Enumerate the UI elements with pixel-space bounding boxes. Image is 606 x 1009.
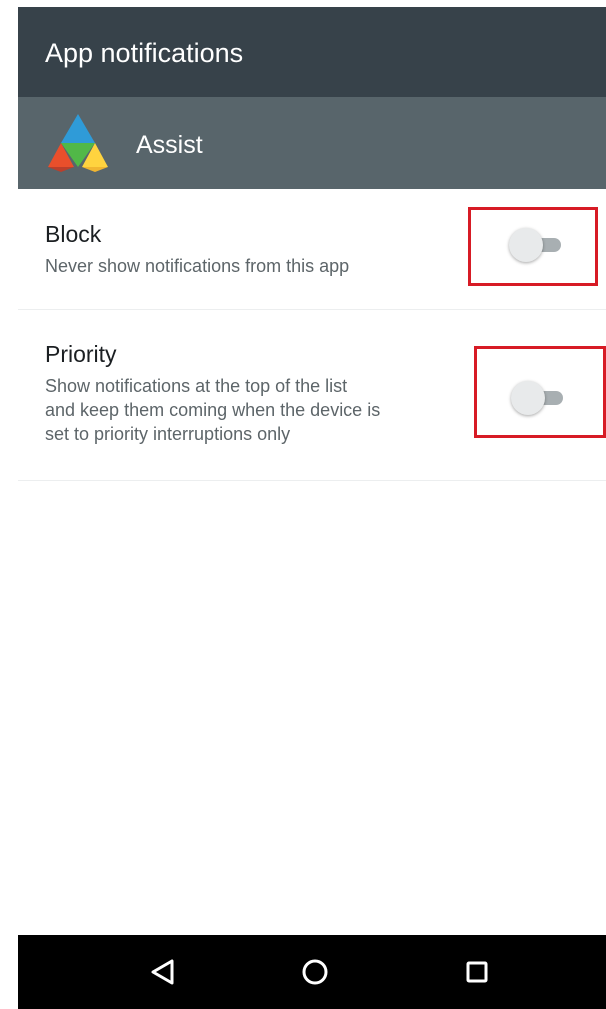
page-title: App notifications	[45, 38, 244, 68]
home-button[interactable]	[283, 940, 347, 1004]
android-app-notifications-screen: App notifications Assist Block Never sho…	[18, 0, 606, 1009]
triangle-back-icon	[151, 959, 174, 985]
priority-summary: Show notifications at the top of the lis…	[45, 376, 381, 444]
action-bar: App notifications	[18, 7, 606, 97]
priority-setting-row[interactable]: Priority Show notifications at the top o…	[18, 310, 606, 481]
toggle-thumb	[511, 381, 545, 415]
back-button[interactable]	[131, 940, 195, 1004]
block-title: Block	[45, 221, 102, 247]
android-navigation-bar	[18, 935, 606, 1009]
block-setting-row[interactable]: Block Never show notifications from this…	[18, 189, 606, 310]
app-name: Assist	[136, 131, 203, 159]
block-toggle[interactable]	[509, 228, 565, 262]
priority-toggle[interactable]	[511, 381, 567, 415]
app-header: Assist	[18, 97, 606, 189]
toggle-thumb	[509, 228, 543, 262]
overview-button[interactable]	[445, 940, 509, 1004]
block-summary: Never show notifications from this app	[45, 256, 350, 276]
square-overview-icon	[466, 961, 488, 983]
circle-home-icon	[302, 959, 328, 985]
priority-title: Priority	[45, 341, 117, 367]
app-logo-icon	[48, 114, 108, 172]
